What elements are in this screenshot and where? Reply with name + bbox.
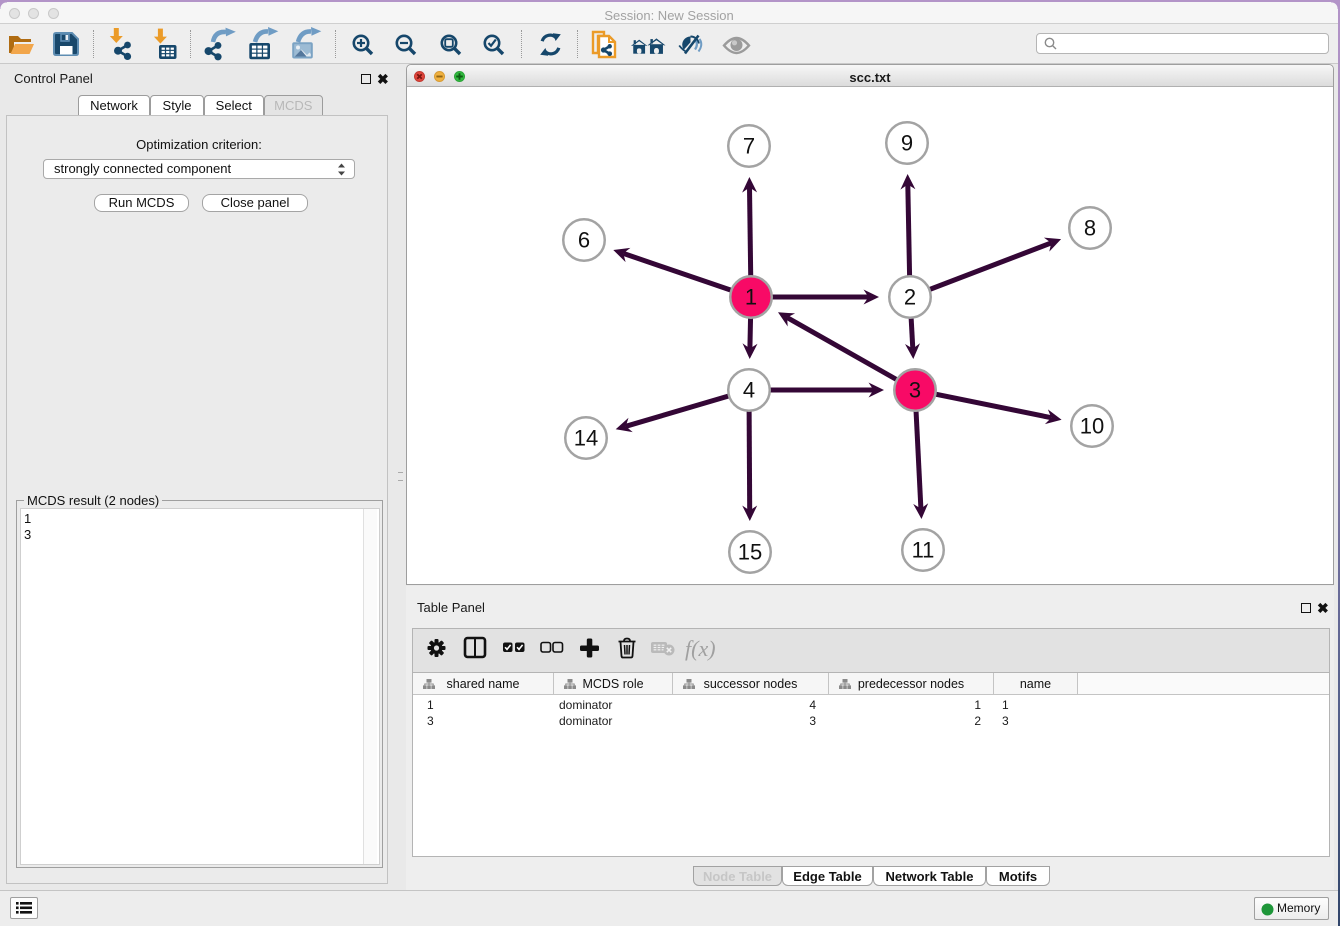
svg-text:11: 11 [912,538,935,563]
svg-text:15: 15 [738,540,762,565]
svg-text:9: 9 [901,131,913,156]
svg-text:6: 6 [578,228,590,253]
svg-text:2: 2 [904,285,916,310]
svg-text:14: 14 [574,426,598,451]
svg-text:8: 8 [1084,216,1096,241]
svg-text:1: 1 [745,285,757,310]
svg-text:7: 7 [743,134,755,159]
svg-text:f(x): f(x) [685,636,716,661]
svg-text:3: 3 [909,378,921,403]
svg-text:4: 4 [743,378,755,403]
svg-text:10: 10 [1080,414,1104,439]
